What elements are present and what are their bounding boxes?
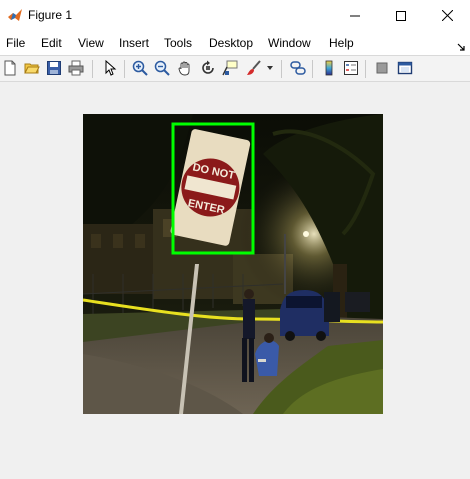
axes-image[interactable]: DO NOT ENTER bbox=[83, 114, 383, 414]
zoom-in-icon[interactable] bbox=[131, 59, 149, 77]
menu-insert[interactable]: Insert bbox=[119, 36, 149, 50]
rotate-3d-icon[interactable] bbox=[199, 59, 217, 77]
close-button[interactable] bbox=[424, 0, 470, 31]
colorbar-icon[interactable] bbox=[320, 59, 338, 77]
menu-help[interactable]: Help bbox=[329, 36, 354, 50]
menu-bar: File Edit View Insert Tools Desktop Wind… bbox=[0, 31, 470, 55]
maximize-button[interactable] bbox=[378, 0, 424, 31]
brush-dropdown-icon[interactable] bbox=[265, 59, 275, 77]
title-bar: Figure 1 bbox=[0, 0, 470, 31]
minimize-button[interactable] bbox=[332, 0, 378, 31]
night-street-scene-image: DO NOT ENTER bbox=[83, 114, 383, 414]
menu-window[interactable]: Window bbox=[268, 36, 311, 50]
menu-tools[interactable]: Tools bbox=[164, 36, 192, 50]
hide-plot-tools-icon[interactable] bbox=[373, 59, 391, 77]
figure-toolbar bbox=[0, 55, 470, 82]
dock-arrow-icon[interactable] bbox=[457, 38, 465, 51]
data-cursor-icon[interactable] bbox=[221, 59, 239, 77]
legend-icon[interactable] bbox=[342, 59, 360, 77]
window-title: Figure 1 bbox=[28, 8, 73, 22]
menu-edit[interactable]: Edit bbox=[41, 36, 62, 50]
new-figure-icon[interactable] bbox=[1, 59, 19, 77]
menu-desktop[interactable]: Desktop bbox=[209, 36, 253, 50]
pan-hand-icon[interactable] bbox=[176, 59, 194, 77]
print-icon[interactable] bbox=[67, 59, 85, 77]
zoom-out-icon[interactable] bbox=[153, 59, 171, 77]
menu-view[interactable]: View bbox=[78, 36, 104, 50]
open-file-icon[interactable] bbox=[23, 59, 41, 77]
link-plot-icon[interactable] bbox=[289, 59, 307, 77]
save-icon[interactable] bbox=[45, 59, 63, 77]
matlab-logo-icon bbox=[7, 7, 23, 23]
menu-file[interactable]: File bbox=[6, 36, 25, 50]
brush-icon[interactable] bbox=[245, 59, 263, 77]
select-arrow-icon[interactable] bbox=[101, 59, 119, 77]
show-plot-tools-icon[interactable] bbox=[396, 59, 414, 77]
